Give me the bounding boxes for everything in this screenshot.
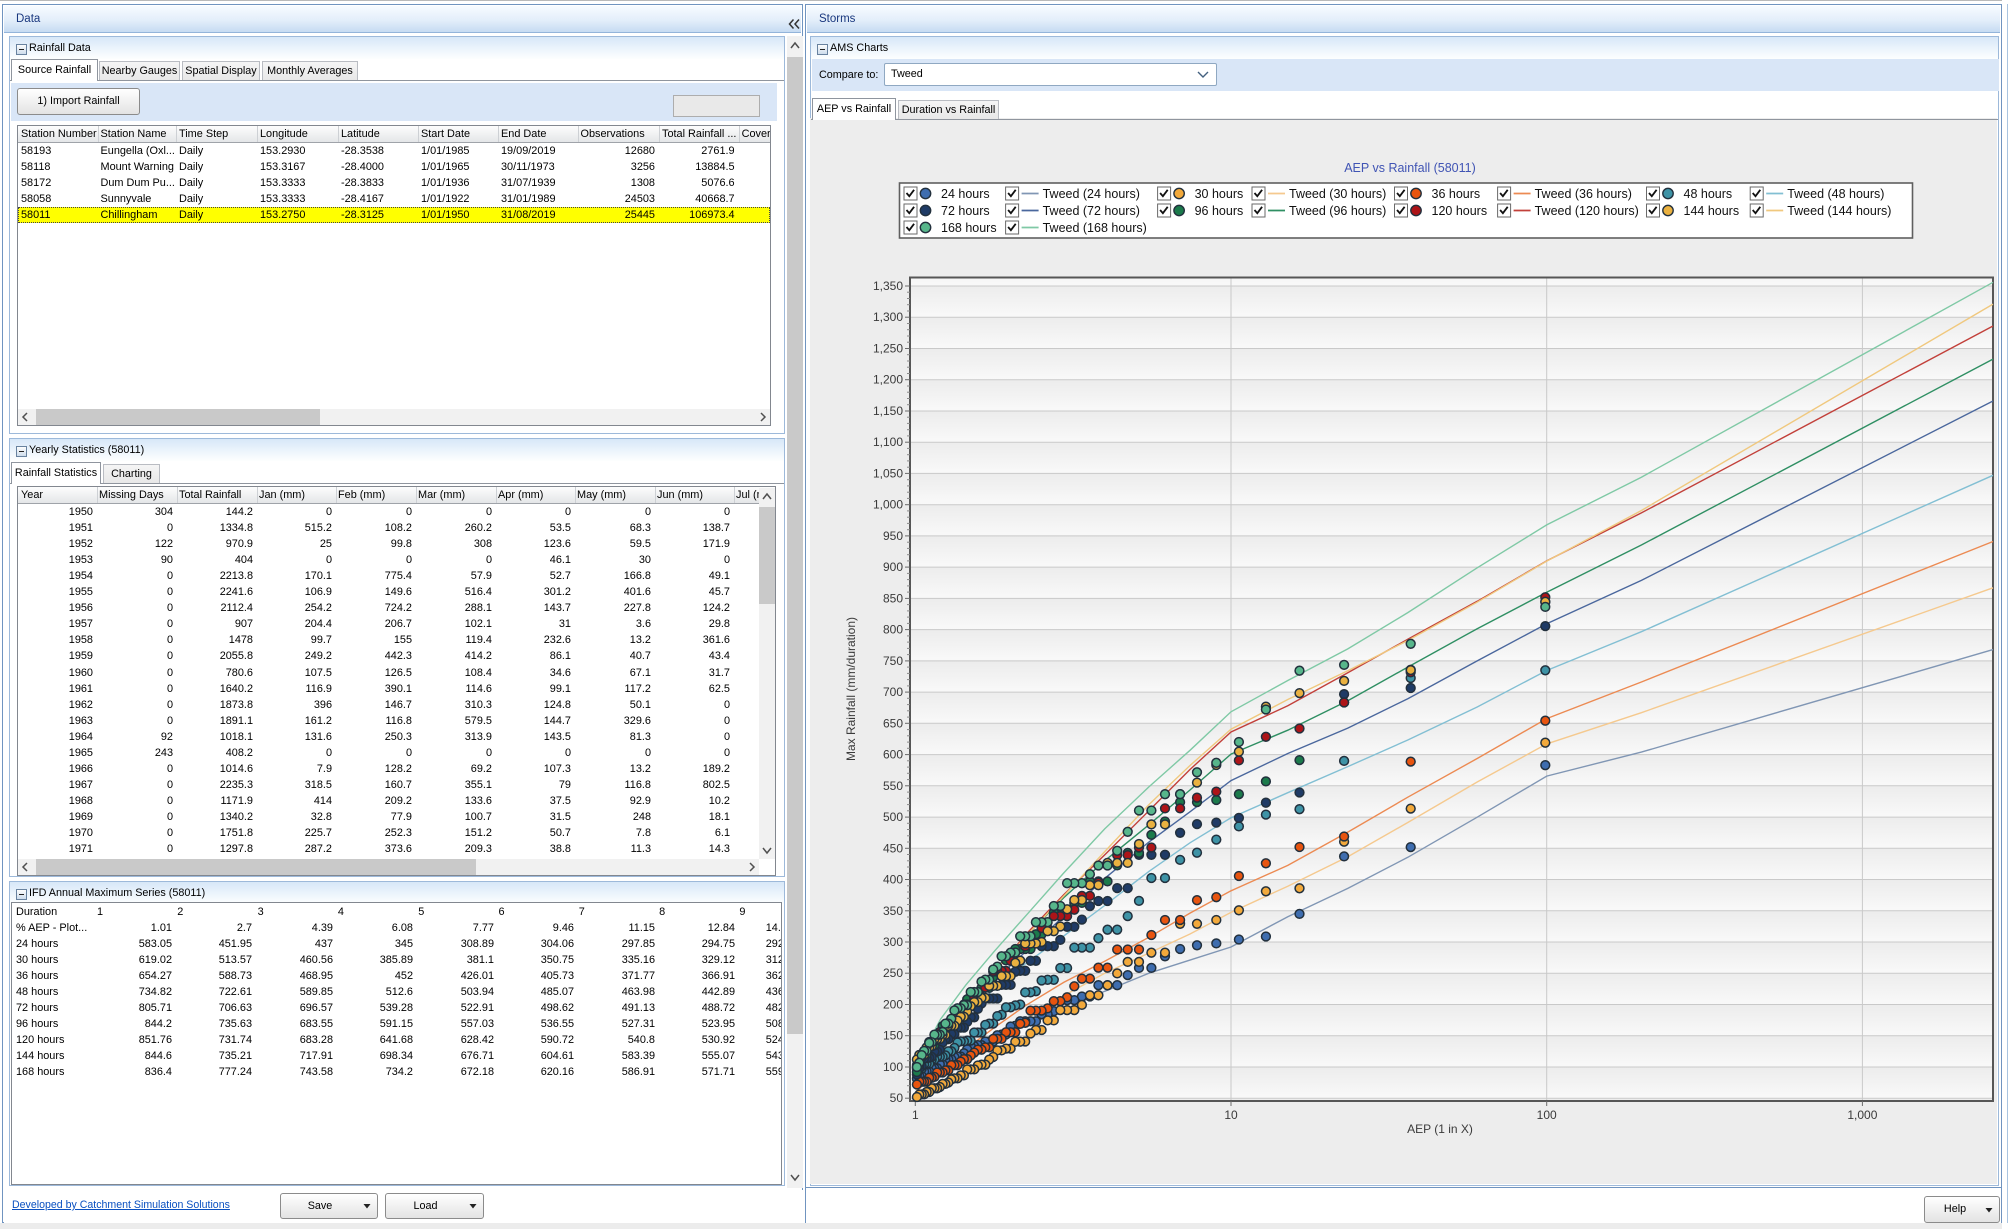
- svg-text:Max Rainfall (mm/duration): Max Rainfall (mm/duration): [844, 617, 858, 761]
- svg-text:1,000: 1,000: [873, 498, 903, 512]
- svg-text:AEP (1 in X): AEP (1 in X): [1407, 1122, 1473, 1136]
- svg-text:200: 200: [883, 998, 903, 1012]
- svg-text:Tweed (72 hours): Tweed (72 hours): [1043, 204, 1140, 218]
- svg-text:50: 50: [890, 1091, 904, 1105]
- svg-text:Tweed (96 hours): Tweed (96 hours): [1289, 204, 1386, 218]
- svg-text:950: 950: [883, 529, 903, 543]
- svg-text:24 hours: 24 hours: [941, 187, 990, 201]
- svg-text:150: 150: [883, 1029, 903, 1043]
- svg-text:Tweed (30 hours): Tweed (30 hours): [1289, 187, 1386, 201]
- svg-text:900: 900: [883, 560, 903, 574]
- svg-text:750: 750: [883, 654, 903, 668]
- svg-text:30 hours: 30 hours: [1195, 187, 1244, 201]
- svg-text:Tweed (120 hours): Tweed (120 hours): [1535, 204, 1639, 218]
- svg-text:72 hours: 72 hours: [941, 204, 990, 218]
- svg-text:1,200: 1,200: [873, 373, 903, 387]
- svg-text:850: 850: [883, 591, 903, 605]
- svg-text:500: 500: [883, 810, 903, 824]
- svg-text:100: 100: [1537, 1108, 1557, 1122]
- svg-text:Tweed (168 hours): Tweed (168 hours): [1043, 221, 1147, 235]
- svg-text:120 hours: 120 hours: [1432, 204, 1488, 218]
- svg-text:450: 450: [883, 841, 903, 855]
- svg-text:1: 1: [912, 1108, 919, 1122]
- svg-text:10: 10: [1224, 1108, 1238, 1122]
- svg-text:1,150: 1,150: [873, 404, 903, 418]
- svg-text:650: 650: [883, 716, 903, 730]
- svg-text:100: 100: [883, 1060, 903, 1074]
- svg-text:144 hours: 144 hours: [1684, 204, 1740, 218]
- svg-text:1,000: 1,000: [1847, 1108, 1877, 1122]
- svg-text:48 hours: 48 hours: [1684, 187, 1733, 201]
- svg-text:AEP vs Rainfall (58011): AEP vs Rainfall (58011): [1344, 161, 1476, 175]
- svg-text:400: 400: [883, 873, 903, 887]
- svg-text:800: 800: [883, 623, 903, 637]
- svg-text:250: 250: [883, 966, 903, 980]
- svg-text:Tweed (144 hours): Tweed (144 hours): [1787, 204, 1891, 218]
- svg-text:300: 300: [883, 935, 903, 949]
- svg-text:550: 550: [883, 779, 903, 793]
- svg-text:36 hours: 36 hours: [1432, 187, 1481, 201]
- svg-text:Tweed (36 hours): Tweed (36 hours): [1535, 187, 1632, 201]
- svg-text:1,050: 1,050: [873, 466, 903, 480]
- svg-text:1,350: 1,350: [873, 279, 903, 293]
- svg-text:96 hours: 96 hours: [1195, 204, 1244, 218]
- svg-text:1,300: 1,300: [873, 310, 903, 324]
- svg-text:1,100: 1,100: [873, 435, 903, 449]
- svg-text:168 hours: 168 hours: [941, 221, 997, 235]
- svg-text:1,250: 1,250: [873, 342, 903, 356]
- svg-text:Tweed (48 hours): Tweed (48 hours): [1787, 187, 1884, 201]
- svg-text:Tweed (24 hours): Tweed (24 hours): [1043, 187, 1140, 201]
- svg-text:600: 600: [883, 748, 903, 762]
- svg-text:350: 350: [883, 904, 903, 918]
- svg-text:700: 700: [883, 685, 903, 699]
